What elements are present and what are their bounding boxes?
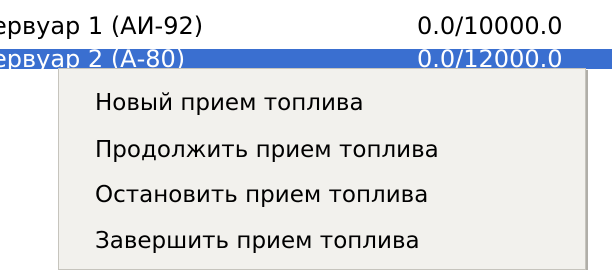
menu-item-stop-fuel-receipt[interactable]: Остановить прием топлива (60, 172, 582, 218)
tank-volume: 0.0/12000.0 (417, 49, 563, 69)
context-menu: Новый прием топлива Продолжить прием топ… (58, 68, 586, 270)
menu-item-continue-fuel-receipt[interactable]: Продолжить прием топлива (60, 127, 582, 173)
menu-item-finish-fuel-receipt[interactable]: Завершить прием топлива (60, 218, 582, 264)
tank-name: ервуар 2 (А-80) (0, 49, 186, 69)
tank-volume: 0.0/10000.0 (417, 12, 563, 40)
tank-name: ервуар 1 (АИ-92) (0, 12, 204, 40)
list-item[interactable]: ервуар 1 (АИ-92) 0.0/10000.0 (0, 3, 612, 49)
menu-item-new-fuel-receipt[interactable]: Новый прием топлива (60, 80, 582, 126)
list-item-selected[interactable]: ервуар 2 (А-80) 0.0/12000.0 (0, 49, 612, 69)
